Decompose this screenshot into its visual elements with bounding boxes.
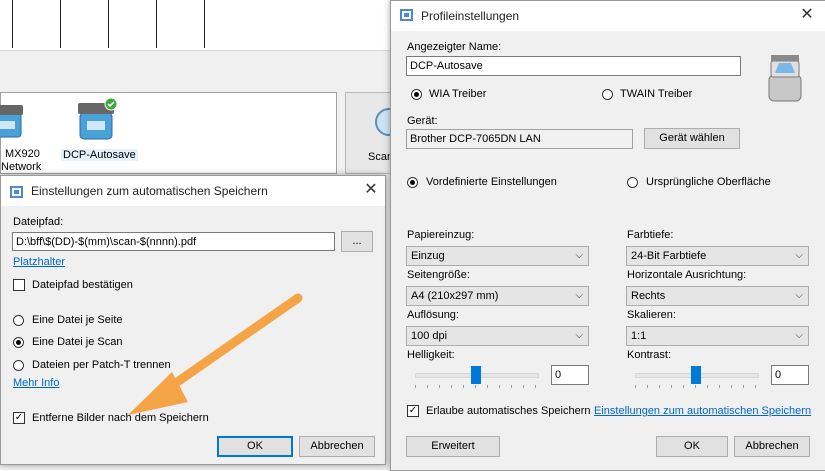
aufloesung-select[interactable]: 100 dpi ⌵ <box>406 326 589 346</box>
device-label: MX920 <box>5 148 40 160</box>
helligkeit-label: Helligkeit: <box>407 349 455 361</box>
radio-twain-driver[interactable] <box>602 89 613 100</box>
divider <box>204 0 205 48</box>
device-list: MX920 Network DCP-Autosave <box>0 92 337 174</box>
advanced-button[interactable]: Erweitert <box>406 436 500 457</box>
scanner-icon <box>768 55 802 102</box>
chevron-down-icon: ⌵ <box>575 290 583 301</box>
dialog-title: Einstellungen zum automatischen Speicher… <box>31 184 268 198</box>
radio-twain-label: TWAIN Treiber <box>620 88 693 100</box>
papiereinzug-select[interactable]: Einzug ⌵ <box>406 246 589 266</box>
radio-patch-t[interactable] <box>13 360 24 371</box>
ok-button[interactable]: OK <box>217 436 293 457</box>
radio-wia-label: WIA Treiber <box>429 88 487 100</box>
helligkeit-value-field[interactable]: 0 <box>551 365 589 385</box>
autosave-checkbox[interactable]: ✓ <box>407 405 419 417</box>
ausrichtung-label: Horizontale Ausrichtung: <box>627 269 747 281</box>
select-value: 24-Bit Farbtiefe <box>631 250 707 262</box>
radio-predefined-label: Vordefinierte Einstellungen <box>426 176 557 188</box>
confirm-path-checkbox[interactable] <box>13 279 25 291</box>
select-value: Einzug <box>411 250 445 262</box>
select-value: 100 dpi <box>411 330 448 342</box>
close-icon[interactable]: ✕ <box>361 180 381 200</box>
radio-original-ui[interactable] <box>627 177 638 188</box>
scanner-icon <box>0 105 23 138</box>
name-field[interactable]: DCP-Autosave <box>406 56 741 76</box>
autosave-settings-link[interactable]: Einstellungen zum automatischen Speicher… <box>594 405 811 417</box>
scanner-icon <box>78 97 118 140</box>
helligkeit-slider-thumb[interactable] <box>471 366 481 384</box>
device-label: Network <box>1 161 42 173</box>
scanner-device-mx920[interactable] <box>0 99 27 141</box>
scanner-device-dcp-autosave[interactable] <box>75 97 121 143</box>
profile-settings-dialog: Profileinstellungen ✕ Angezeigter Name: … <box>390 0 825 471</box>
platzhalter-link[interactable]: Platzhalter <box>13 256 65 268</box>
close-icon[interactable]: ✕ <box>797 5 817 25</box>
radio-original-label: Ursprüngliche Oberfläche <box>646 176 771 188</box>
radio-per-page[interactable] <box>13 315 24 326</box>
chevron-down-icon: ⌵ <box>795 290 803 301</box>
farbtiefe-label: Farbtiefe: <box>627 229 674 241</box>
cancel-button[interactable]: Abbrechen <box>734 436 810 457</box>
device-label: Gerät: <box>407 115 438 127</box>
radio-predefined-settings[interactable] <box>407 177 418 188</box>
ausrichtung-select[interactable]: Rechts ⌵ <box>626 286 809 306</box>
seitengroesse-select[interactable]: A4 (210x297 mm) ⌵ <box>406 286 589 306</box>
browse-button[interactable]: ... <box>341 231 373 252</box>
divider <box>156 0 157 48</box>
cancel-button[interactable]: Abbrechen <box>299 436 375 457</box>
dateipfad-label: Dateipfad: <box>13 216 64 228</box>
divider <box>108 0 109 48</box>
radio-per-scan-label: Eine Datei je Scan <box>32 336 123 348</box>
kontrast-value-field[interactable]: 0 <box>771 365 809 385</box>
skalieren-select[interactable]: 1:1 ⌵ <box>626 326 809 346</box>
dialog-title: Profileinstellungen <box>421 9 520 23</box>
radio-wia-driver[interactable] <box>411 89 422 100</box>
annotation-arrow-icon <box>128 293 303 415</box>
select-value: Rechts <box>631 290 666 302</box>
app-icon <box>400 9 413 21</box>
skalieren-label: Skalieren: <box>627 309 676 321</box>
slider-ticks <box>635 385 759 389</box>
seitengroesse-label: Seitengröße: <box>407 269 470 281</box>
chevron-down-icon: ⌵ <box>795 250 803 261</box>
divider <box>60 0 61 48</box>
kontrast-slider-thumb[interactable] <box>691 366 701 384</box>
slider-ticks <box>415 385 539 389</box>
papiereinzug-label: Papiereinzug: <box>407 229 475 241</box>
device-field: Brother DCP-7065DN LAN <box>406 129 633 149</box>
title-bar: Einstellungen zum automatischen Speicher… <box>1 176 385 206</box>
dateipfad-field[interactable]: D:\bff\$(DD)-$(mm)\scan-$(nnnn).pdf <box>12 232 335 251</box>
autosave-label: Erlaube automatisches Speichern <box>426 405 591 417</box>
background-toolbar <box>0 0 400 51</box>
radio-per-page-label: Eine Datei je Seite <box>32 314 123 326</box>
choose-device-button[interactable]: Gerät wählen <box>644 128 740 149</box>
title-bar: Profileinstellungen ✕ <box>391 1 825 31</box>
name-label: Angezeigter Name: <box>407 41 502 53</box>
ok-button[interactable]: OK <box>656 436 728 457</box>
kontrast-label: Kontrast: <box>627 349 672 361</box>
app-icon <box>10 186 23 198</box>
chevron-down-icon: ⌵ <box>795 330 803 341</box>
chevron-down-icon: ⌵ <box>575 250 583 261</box>
chevron-down-icon: ⌵ <box>575 330 583 341</box>
divider <box>12 0 13 48</box>
farbtiefe-select[interactable]: 24-Bit Farbtiefe ⌵ <box>626 246 809 266</box>
remove-images-checkbox[interactable]: ✓ <box>13 412 25 424</box>
device-label: DCP-Autosave <box>61 149 138 161</box>
mehr-info-link[interactable]: Mehr Info <box>13 377 59 389</box>
radio-per-scan[interactable] <box>13 337 24 348</box>
confirm-path-label: Dateipfad bestätigen <box>32 279 133 291</box>
select-value: A4 (210x297 mm) <box>411 290 499 302</box>
aufloesung-label: Auflösung: <box>407 309 459 321</box>
select-value: 1:1 <box>631 330 647 342</box>
